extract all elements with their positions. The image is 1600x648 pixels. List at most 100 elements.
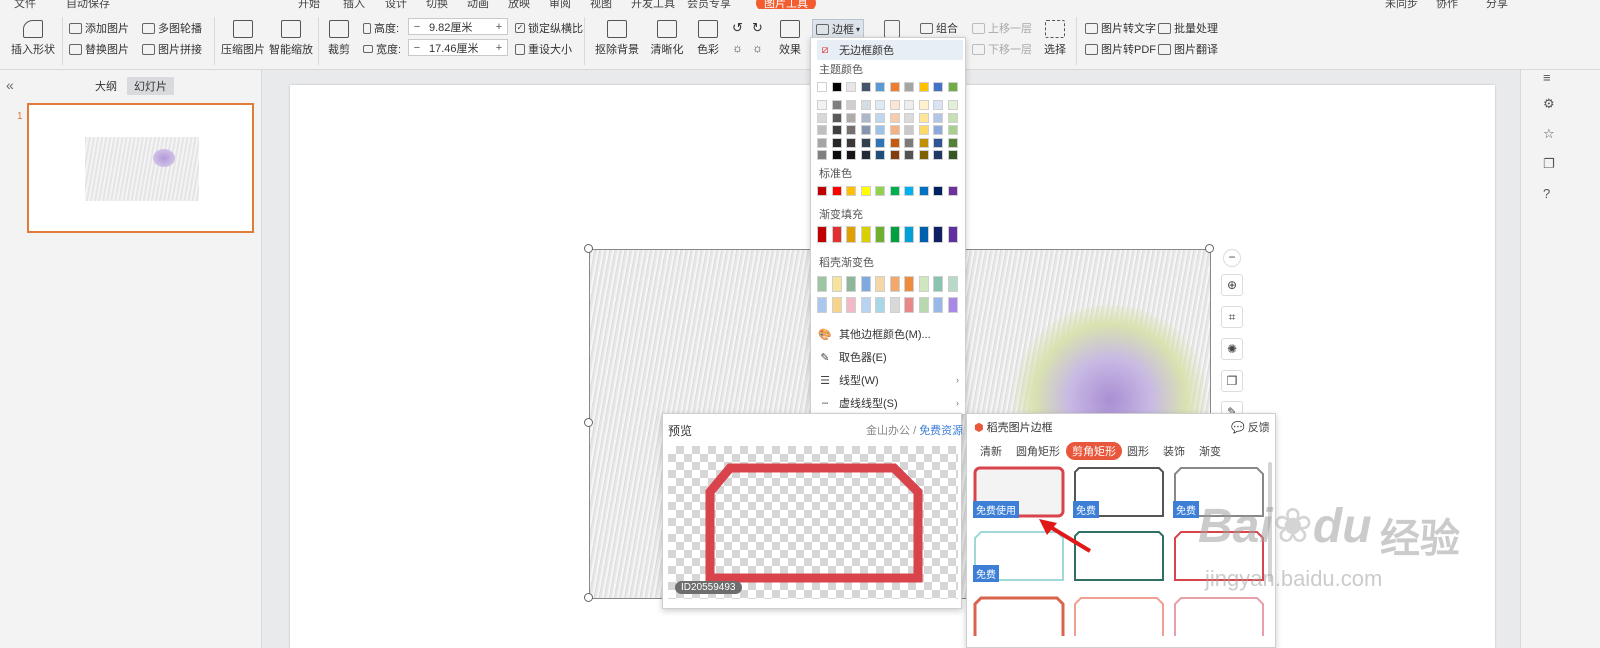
tab-design[interactable]: 设计 — [385, 0, 407, 9]
color-swatch[interactable] — [933, 186, 943, 196]
color-swatch[interactable] — [947, 276, 958, 292]
height-decrease-button[interactable]: − — [409, 21, 425, 33]
color-swatch[interactable] — [889, 186, 900, 196]
group-button[interactable]: 组合 — [920, 20, 958, 36]
color-swatch[interactable] — [846, 226, 856, 243]
height-input[interactable]: 9.82厘米 — [425, 19, 491, 35]
remove-background-button[interactable]: 抠除背景 — [592, 20, 642, 57]
color-swatch[interactable] — [831, 297, 842, 313]
tab-decoration[interactable]: 装饰 — [1163, 443, 1185, 459]
color-swatch[interactable] — [904, 112, 914, 123]
color-swatch[interactable] — [889, 125, 900, 135]
color-swatch[interactable] — [831, 137, 842, 148]
color-swatch[interactable] — [846, 297, 856, 313]
menu-file[interactable]: 文件 — [14, 0, 36, 9]
color-swatch[interactable] — [918, 100, 929, 110]
width-input[interactable]: 17.46厘米 — [425, 40, 491, 56]
tab-view[interactable]: 视图 — [590, 0, 612, 9]
color-swatch[interactable] — [831, 100, 842, 110]
reset-size-button[interactable]: 重设大小 — [515, 41, 572, 57]
color-swatch[interactable] — [860, 226, 871, 243]
color-swatch[interactable] — [860, 125, 871, 135]
dash-style-item[interactable]: ┄ 虚线线型(S) › — [817, 393, 963, 413]
color-swatch[interactable] — [889, 112, 900, 123]
insert-shape-button[interactable]: 插入形状 — [8, 20, 58, 57]
color-swatch[interactable] — [918, 112, 929, 123]
tab-slideshow[interactable]: 放映 — [508, 0, 530, 9]
color-swatch[interactable] — [831, 112, 842, 123]
tab-member[interactable]: 会员专享 — [687, 0, 731, 9]
color-swatch[interactable] — [889, 82, 900, 92]
color-swatch[interactable] — [933, 226, 943, 243]
color-swatch[interactable] — [817, 226, 827, 243]
color-swatch[interactable] — [860, 276, 871, 292]
add-picture-button[interactable]: 添加图片 — [69, 20, 129, 36]
resize-handle-ml[interactable] — [584, 418, 593, 427]
bring-forward-button[interactable]: 上移一层 — [972, 20, 1032, 36]
free-resource-link[interactable]: 免费资源 — [919, 425, 963, 437]
frame-card[interactable]: 免费 — [1073, 466, 1165, 518]
tab-review[interactable]: 审阅 — [549, 0, 571, 9]
color-swatch[interactable] — [933, 125, 943, 135]
color-swatch[interactable] — [846, 186, 856, 196]
color-swatch[interactable] — [875, 125, 885, 135]
brightness-button[interactable]: ☼ — [732, 41, 743, 55]
color-swatch[interactable] — [860, 186, 871, 196]
picture-collage-button[interactable]: 图片拼接 — [142, 41, 202, 57]
image-to-text-button[interactable]: 图片转文字 — [1085, 20, 1156, 36]
tab-animation[interactable]: 动画 — [467, 0, 489, 9]
color-swatch[interactable] — [817, 112, 827, 123]
image-translate-button[interactable]: 图片翻译 — [1158, 41, 1218, 57]
height-increase-button[interactable]: + — [491, 21, 507, 33]
color-swatch[interactable] — [817, 150, 827, 160]
settings-sliders-icon[interactable]: ⚙ — [1543, 96, 1555, 112]
color-swatch[interactable] — [947, 100, 958, 110]
resize-handle-tl[interactable] — [584, 244, 593, 253]
collab-button[interactable]: 协作 — [1436, 0, 1458, 9]
color-swatch[interactable] — [947, 112, 958, 123]
color-swatch[interactable] — [860, 137, 871, 148]
slide-thumbnail[interactable] — [27, 103, 254, 233]
color-swatch[interactable] — [904, 186, 914, 196]
tab-insert[interactable]: 插入 — [343, 0, 365, 9]
color-swatch[interactable] — [918, 297, 929, 313]
color-swatch[interactable] — [947, 137, 958, 148]
border-dropdown-button[interactable]: 边框 ▾ — [812, 19, 865, 39]
color-swatch[interactable] — [846, 100, 856, 110]
color-swatch[interactable] — [933, 100, 943, 110]
send-backward-button[interactable]: 下移一层 — [972, 41, 1032, 57]
contrast-button[interactable]: ☼ — [752, 41, 763, 55]
color-swatch[interactable] — [860, 112, 871, 123]
tab-gradient[interactable]: 渐变 — [1199, 443, 1221, 459]
color-swatch[interactable] — [831, 226, 842, 243]
menu-autosave[interactable]: 自动保存 — [66, 0, 110, 9]
color-swatch[interactable] — [817, 186, 827, 196]
no-border-color-item[interactable]: ⧄ 无边框颜色 — [817, 40, 963, 60]
color-swatch[interactable] — [918, 226, 929, 243]
color-swatch[interactable] — [875, 137, 885, 148]
resize-handle-tr[interactable] — [1205, 244, 1214, 253]
zoom-in-icon[interactable]: ⊕ — [1221, 274, 1243, 296]
color-swatch[interactable] — [817, 125, 827, 135]
color-swatch[interactable] — [947, 186, 958, 196]
color-swatch[interactable] — [889, 297, 900, 313]
select-button[interactable]: 选择 — [1040, 20, 1070, 57]
multi-carousel-button[interactable]: 多图轮播 — [142, 20, 202, 36]
color-swatch[interactable] — [831, 82, 842, 92]
color-swatch[interactable] — [918, 276, 929, 292]
color-swatch[interactable] — [933, 150, 943, 160]
feedback-button[interactable]: 💬 反馈 — [1231, 419, 1270, 435]
collapse-panel-button[interactable]: « — [6, 77, 14, 93]
color-button[interactable]: 色彩 — [692, 20, 724, 57]
color-swatch[interactable] — [904, 137, 914, 148]
batch-process-button[interactable]: 批量处理 — [1158, 20, 1218, 36]
color-swatch[interactable] — [904, 297, 914, 313]
tab-clipped-rect[interactable]: 剪角矩形 — [1066, 442, 1122, 460]
color-swatch[interactable] — [918, 186, 929, 196]
color-swatch[interactable] — [889, 150, 900, 160]
tab-rounded-rect[interactable]: 圆角矩形 — [1016, 443, 1060, 459]
color-swatch[interactable] — [860, 150, 871, 160]
color-swatch[interactable] — [831, 276, 842, 292]
color-swatch[interactable] — [831, 125, 842, 135]
color-swatch[interactable] — [860, 297, 871, 313]
